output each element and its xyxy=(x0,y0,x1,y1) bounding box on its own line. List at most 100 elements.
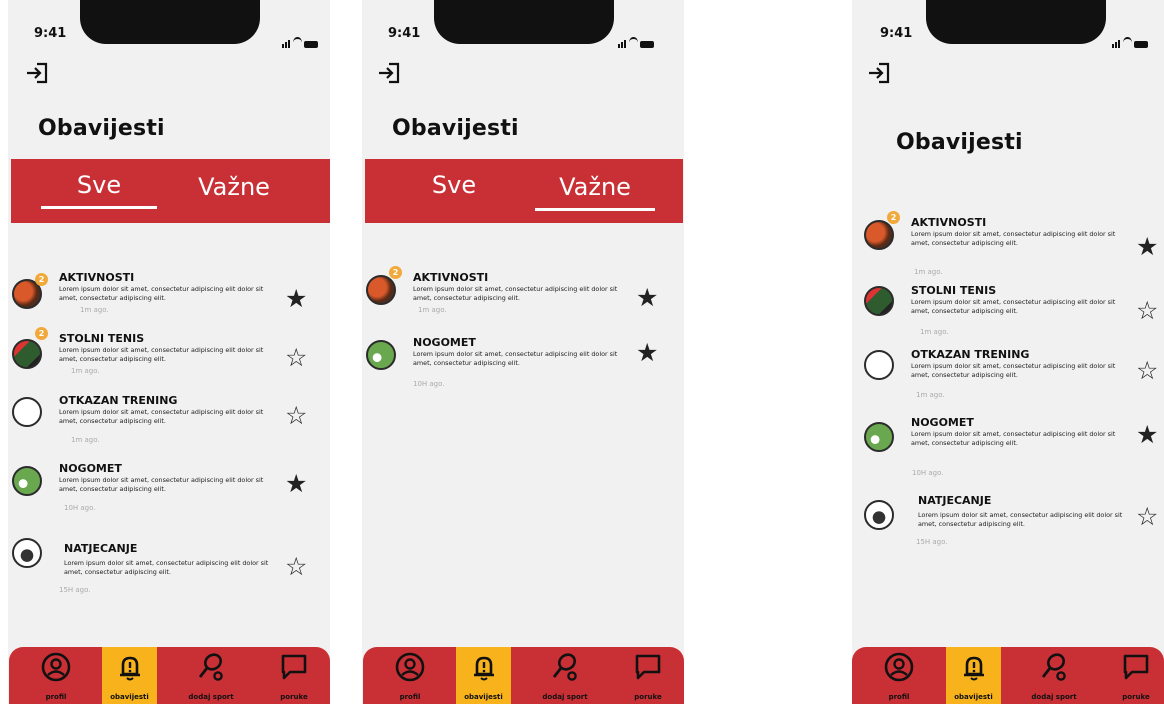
screen-favorites: 9:41 Obavijesti 2 AKTIVNOSTI Lorem ipsum… xyxy=(852,0,1164,704)
nav-messages-label: poruke xyxy=(1122,693,1150,701)
list-item[interactable]: 2 AKTIVNOSTI Lorem ipsum dolor sit amet,… xyxy=(864,211,1164,276)
racket-icon xyxy=(1041,653,1066,681)
star-icon-filled[interactable]: ★ xyxy=(636,340,658,365)
notification-title: NOGOMET xyxy=(911,416,974,429)
list-item[interactable]: OTKAZAN TRENING Lorem ipsum dolor sit am… xyxy=(12,394,330,444)
list-item[interactable]: 2 AKTIVNOSTI Lorem ipsum dolor sit amet,… xyxy=(12,271,330,321)
login-icon[interactable] xyxy=(866,60,892,86)
avatar xyxy=(864,220,894,250)
star-icon-filled[interactable]: ★ xyxy=(636,285,658,310)
list-item[interactable]: 2 AKTIVNOSTI Lorem ipsum dolor sit amet,… xyxy=(366,266,684,321)
racket-icon xyxy=(198,653,223,681)
tab-all[interactable]: Sve xyxy=(409,171,499,199)
profile-icon xyxy=(41,652,71,682)
nav-messages[interactable]: poruke xyxy=(264,647,324,704)
star-icon-filled[interactable]: ★ xyxy=(285,286,307,311)
star-icon-empty[interactable]: ☆ xyxy=(285,554,307,579)
screen-all: 9:41 Obavijesti Sve Važne 2 AKTIVNOSTI L… xyxy=(8,0,330,704)
bottom-nav: profil obavijesti dodaj sport poruke xyxy=(852,647,1164,704)
notification-body: Lorem ipsum dolor sit amet, consectetur … xyxy=(59,346,264,363)
tab-bar: Sve Važne xyxy=(365,159,683,223)
nav-add-sport-label: dodaj sport xyxy=(188,693,234,701)
login-icon[interactable] xyxy=(24,60,50,86)
notification-time: 1m ago. xyxy=(418,306,447,314)
avatar xyxy=(864,422,894,452)
signal-icon xyxy=(282,29,291,48)
list-item[interactable]: NATJECANJE Lorem ipsum dolor sit amet, c… xyxy=(864,494,1164,546)
notification-title: AKTIVNOSTI xyxy=(911,216,987,229)
nav-add-sport[interactable]: dodaj sport xyxy=(181,647,241,704)
nav-messages-label: poruke xyxy=(634,693,662,701)
list-item[interactable]: 2 STOLNI TENIS Lorem ipsum dolor sit ame… xyxy=(12,327,330,382)
profile-icon xyxy=(395,652,425,682)
count-badge: 2 xyxy=(887,211,900,224)
nav-notifications[interactable]: obavijesti xyxy=(456,647,511,704)
star-icon-filled[interactable]: ★ xyxy=(1136,234,1158,259)
list-item[interactable]: OTKAZAN TRENING Lorem ipsum dolor sit am… xyxy=(864,348,1164,399)
battery-icon xyxy=(304,41,318,48)
tab-all[interactable]: Sve xyxy=(41,171,157,209)
tab-underline xyxy=(535,208,655,211)
wifi-icon xyxy=(1123,37,1132,48)
signal-icon xyxy=(618,29,627,48)
notification-body: Lorem ipsum dolor sit amet, consectetur … xyxy=(911,230,1116,247)
star-icon-empty[interactable]: ☆ xyxy=(285,345,307,370)
list-item[interactable]: NOGOMET Lorem ipsum dolor sit amet, cons… xyxy=(366,336,684,388)
notification-title: AKTIVNOSTI xyxy=(413,271,489,284)
star-icon-filled[interactable]: ★ xyxy=(285,471,307,496)
nav-notifications[interactable]: obavijesti xyxy=(946,647,1001,704)
notification-time: 1m ago. xyxy=(920,328,949,336)
page-title: Obavijesti xyxy=(392,116,519,141)
notification-time: 1m ago. xyxy=(71,436,100,444)
avatar xyxy=(12,339,42,369)
notification-body: Lorem ipsum dolor sit amet, consectetur … xyxy=(413,285,618,302)
avatar xyxy=(366,275,396,305)
chat-icon xyxy=(635,654,661,680)
notification-body: Lorem ipsum dolor sit amet, consectetur … xyxy=(918,511,1123,528)
notification-body: Lorem ipsum dolor sit amet, consectetur … xyxy=(413,350,618,367)
list-item[interactable]: NOGOMET Lorem ipsum dolor sit amet, cons… xyxy=(12,462,330,512)
nav-add-sport[interactable]: dodaj sport xyxy=(1024,647,1084,704)
notification-title: NOGOMET xyxy=(413,336,476,349)
tab-important[interactable]: Važne xyxy=(181,173,287,201)
nav-add-sport[interactable]: dodaj sport xyxy=(535,647,595,704)
racket-icon xyxy=(552,653,577,681)
notification-time: 1m ago. xyxy=(71,367,100,375)
status-icons xyxy=(282,29,318,48)
list-item[interactable]: STOLNI TENIS Lorem ipsum dolor sit amet,… xyxy=(864,284,1164,336)
tab-important-label: Važne xyxy=(198,173,270,201)
nav-notifications-label: obavijesti xyxy=(954,693,993,701)
notification-body: Lorem ipsum dolor sit amet, consectetur … xyxy=(911,298,1116,315)
tab-all-label: Sve xyxy=(76,171,122,199)
star-icon-empty[interactable]: ☆ xyxy=(1136,358,1158,383)
nav-messages[interactable]: poruke xyxy=(1108,647,1164,704)
notification-body: Lorem ipsum dolor sit amet, consectetur … xyxy=(59,476,264,493)
avatar xyxy=(12,397,42,427)
star-icon-empty[interactable]: ☆ xyxy=(285,403,307,428)
screen-important: 9:41 Obavijesti Sve Važne 2 AKTIVNOSTI L… xyxy=(362,0,684,704)
nav-add-sport-label: dodaj sport xyxy=(542,693,588,701)
nav-profile-label: profil xyxy=(45,693,67,701)
avatar xyxy=(864,286,894,316)
nav-profile[interactable]: profil xyxy=(864,647,934,704)
wifi-icon xyxy=(629,37,638,48)
list-item[interactable]: NATJECANJE Lorem ipsum dolor sit amet, c… xyxy=(12,538,330,594)
chat-icon xyxy=(1123,654,1149,680)
star-icon-filled[interactable]: ★ xyxy=(1136,422,1158,447)
count-badge: 2 xyxy=(35,273,48,286)
tab-important[interactable]: Važne xyxy=(535,173,655,211)
nav-profile[interactable]: profil xyxy=(375,647,445,704)
nav-notifications[interactable]: obavijesti xyxy=(102,647,157,704)
nav-profile[interactable]: profil xyxy=(21,647,91,704)
nav-messages[interactable]: poruke xyxy=(618,647,678,704)
notification-body: Lorem ipsum dolor sit amet, consectetur … xyxy=(64,559,269,576)
bottom-nav: profil obavijesti dodaj sport poruke xyxy=(9,647,330,704)
list-item[interactable]: NOGOMET Lorem ipsum dolor sit amet, cons… xyxy=(864,416,1164,477)
notification-time: 10H ago. xyxy=(64,504,96,512)
star-icon-empty[interactable]: ☆ xyxy=(1136,298,1158,323)
tab-all-label: Sve xyxy=(431,171,477,199)
nav-notifications-label: obavijesti xyxy=(110,693,149,701)
star-icon-empty[interactable]: ☆ xyxy=(1136,504,1158,529)
notification-title: NATJECANJE xyxy=(64,542,138,555)
login-icon[interactable] xyxy=(376,60,402,86)
